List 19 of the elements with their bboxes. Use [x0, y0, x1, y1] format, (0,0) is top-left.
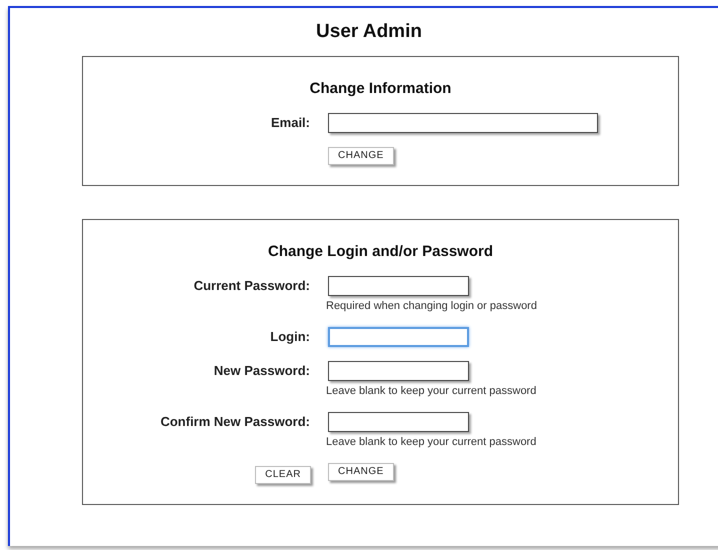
field-label: Confirm New Password:: [160, 414, 310, 430]
page-title: User Admin: [316, 20, 422, 44]
hint-text: Leave blank to keep your current password: [326, 384, 536, 398]
field-label: Email:: [270, 115, 310, 131]
change-button[interactable]: CHANGE: [328, 463, 394, 481]
clear-button[interactable]: CLEAR: [255, 466, 311, 484]
hint-text: Required when changing login or password: [326, 299, 537, 313]
input-field[interactable]: [328, 412, 469, 432]
field-label: Login:: [270, 329, 310, 345]
input-field[interactable]: [328, 113, 598, 133]
section-title: Change Information: [310, 79, 452, 99]
hint-text: Leave blank to keep your current password: [326, 435, 536, 449]
input-field[interactable]: [328, 276, 469, 296]
section-title: Change Login and/or Password: [268, 242, 494, 262]
field-label: Current Password:: [194, 278, 310, 294]
input-field[interactable]: [328, 327, 469, 347]
input-field[interactable]: [328, 361, 469, 381]
change-button[interactable]: CHANGE: [328, 147, 394, 165]
field-label: New Password:: [214, 363, 310, 379]
